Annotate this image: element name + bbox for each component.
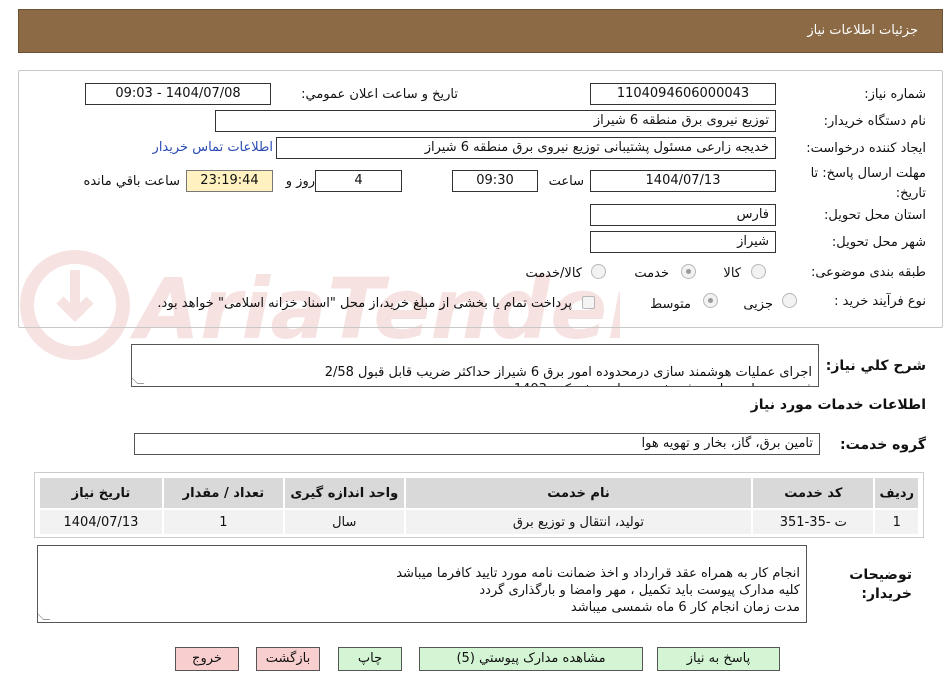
process-label: نوع فرآیند خرید :: [834, 294, 926, 309]
category-service-label: خدمت: [634, 266, 669, 281]
category-goods-service-radio[interactable]: [591, 264, 606, 279]
page-header: جزئیات اطلاعات نیاز: [18, 9, 943, 53]
cell-service-code: ت -35-351: [751, 508, 876, 536]
page-title: جزئیات اطلاعات نیاز: [807, 23, 918, 38]
announce-date-label: تاریخ و ساعت اعلان عمومي:: [301, 87, 458, 102]
col-service-code-header: کد خدمت: [751, 476, 876, 510]
city-label: شهر محل تحویل:: [831, 235, 926, 250]
col-service-name-header: نام خدمت: [403, 476, 754, 510]
category-goods-label: کالا: [723, 266, 741, 281]
days-label: روز و: [285, 174, 315, 189]
category-label: طبقه بندی موضوعی:: [810, 265, 926, 280]
category-service-radio[interactable]: [681, 264, 696, 279]
summary-text: اجرای عملیات هوشمند سازی درمحدوده امور ب…: [324, 365, 812, 386]
category-goods-service-label: کالا/خدمت: [525, 266, 582, 281]
service-group-label: گروه خدمت:: [840, 437, 926, 453]
need-number-field: 1104094606000043: [590, 83, 776, 105]
summary-label: شرح کلي نیاز:: [825, 358, 926, 374]
process-minor-label: جزیی: [743, 297, 773, 312]
treasury-payment-checkbox[interactable]: [582, 296, 595, 309]
buyer-notes-textarea[interactable]: انجام کار به همراه عقد قرارداد و اخذ ضما…: [37, 545, 807, 623]
services-table: ردیف کد خدمت نام خدمت واحد اندازه گیری ت…: [38, 476, 920, 536]
cell-service-name: تولید، انتقال و توزیع برق: [403, 508, 754, 536]
resize-grip-icon[interactable]: [132, 377, 145, 384]
category-goods-radio[interactable]: [751, 264, 766, 279]
cell-row-number: 1: [873, 508, 920, 536]
col-need-date-header: تاریخ نیاز: [38, 476, 164, 510]
print-button[interactable]: چاپ: [338, 647, 402, 671]
exit-button[interactable]: خروج: [175, 647, 239, 671]
col-row-header: ردیف: [873, 476, 920, 510]
view-attachments-button[interactable]: مشاهده مدارک پیوستي (5): [419, 647, 643, 671]
table-row: 1 ت -35-351 تولید، انتقال و توزیع برق سا…: [38, 508, 920, 536]
cell-quantity: 1: [161, 508, 285, 536]
table-header-row: ردیف کد خدمت نام خدمت واحد اندازه گیری ت…: [38, 476, 920, 510]
back-button[interactable]: بازگشت: [256, 647, 320, 671]
buyer-contact-link[interactable]: اطلاعات تماس خریدار: [153, 140, 273, 155]
buyer-label: نام دستگاه خریدار:: [823, 114, 926, 129]
process-medium-radio[interactable]: [703, 293, 718, 308]
process-medium-label: متوسط: [650, 297, 691, 312]
province-field: فارس: [590, 204, 776, 226]
col-unit-header: واحد اندازه گیری: [282, 476, 406, 510]
city-field: شیراز: [590, 231, 776, 253]
creator-label: ایجاد کننده درخواست:: [806, 141, 926, 156]
deadline-label: مهلت ارسال پاسخ: تا تاریخ:: [810, 166, 926, 201]
deadline-time-field: 09:30: [452, 170, 538, 192]
resize-grip-icon[interactable]: [38, 613, 51, 620]
summary-textarea[interactable]: اجرای عملیات هوشمند سازی درمحدوده امور ب…: [131, 344, 819, 387]
province-label: استان محل تحویل:: [824, 208, 926, 223]
process-minor-radio[interactable]: [782, 293, 797, 308]
remaining-time-field: 23:19:44: [186, 170, 273, 192]
deadline-date-field: 1404/07/13: [590, 170, 776, 192]
creator-field: خدیجه زارعی مسئول پشتیبانی توزیع نیروی ب…: [276, 137, 776, 159]
buyer-notes-label: توضیحات خریدار:: [849, 567, 912, 602]
remaining-time-label: ساعت باقي مانده: [83, 174, 180, 189]
buyer-notes-text: انجام کار به همراه عقد قرارداد و اخذ ضما…: [396, 566, 800, 615]
buyer-field: توزیع نیروی برق منطقه 6 شیراز: [215, 110, 776, 132]
service-group-field: تامین برق، گاز، بخار و تهویه هوا: [134, 433, 820, 455]
cell-need-date: 1404/07/13: [38, 508, 164, 536]
services-section-title: اطلاعات خدمات مورد نیاز: [750, 397, 926, 413]
deadline-time-label: ساعت: [548, 174, 584, 189]
need-number-label: شماره نیاز:: [864, 87, 926, 102]
col-quantity-header: تعداد / مقدار: [161, 476, 285, 510]
reply-button[interactable]: پاسخ به نیاز: [657, 647, 780, 671]
treasury-payment-note: پرداخت تمام یا بخشی از مبلغ خرید،از محل …: [157, 296, 572, 311]
days-field: 4: [315, 170, 402, 192]
announce-date-field: 1404/07/08 - 09:03: [85, 83, 271, 105]
cell-unit: سال: [282, 508, 406, 536]
